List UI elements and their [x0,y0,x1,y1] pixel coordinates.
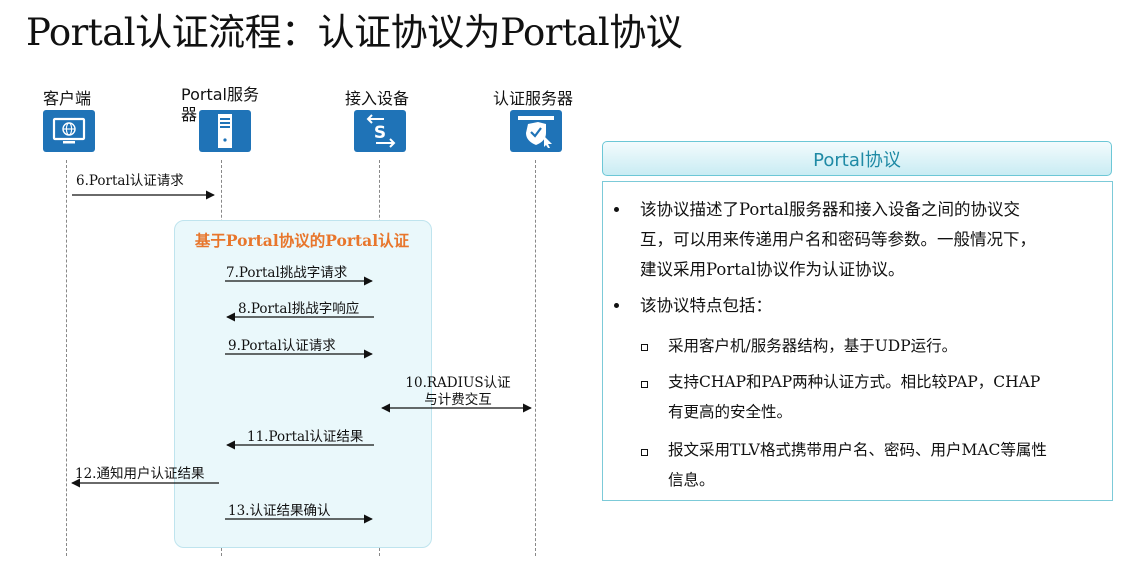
sub1-text: 采用客户机/服务器结构，基于UDP运行。 [668,337,958,355]
msg-12-label: 12.通知用户认证结果 [75,466,205,482]
bullet1-line1: 该协议描述了Portal服务器和接入设备之间的协议交 [640,200,1020,219]
sub3-line2: 信息。 [668,471,715,489]
msg-8-label: 8.Portal挑战字响应 [238,301,360,317]
msg-10-label-line2: 与计费交互 [424,392,492,408]
msg-9-label: 9.Portal认证请求 [228,338,336,354]
bullet-dot [614,207,619,212]
bullet2-text: 该协议特点包括： [640,296,772,315]
msg-10-label-line1: 10.RADIUS认证 [405,375,511,391]
bullet1-line2: 互，可以用来传递用户名和密码等参数。一般情况下， [640,230,1036,249]
msg-13-label: 13.认证结果确认 [228,503,331,519]
msg-11-label: 11.Portal认证结果 [247,429,364,445]
sub-bullet-marker [641,381,648,388]
panel-header: Portal协议 [602,141,1112,176]
msg-7-label: 7.Portal挑战字请求 [226,265,348,281]
sub-bullet-marker [641,449,648,456]
bullet1-line3: 建议采用Portal协议作为认证协议。 [640,260,905,279]
sub3-line1: 报文采用TLV格式携带用户名、密码、用户MAC等属性 [668,441,1047,459]
sub2-line2: 有更高的安全性。 [668,403,793,421]
sub-bullet-marker [641,344,648,351]
sub2-line1: 支持CHAP和PAP两种认证方式。相比较PAP，CHAP [668,373,1041,391]
bullet-dot [614,303,619,308]
msg-6-label: 6.Portal认证请求 [76,173,184,189]
